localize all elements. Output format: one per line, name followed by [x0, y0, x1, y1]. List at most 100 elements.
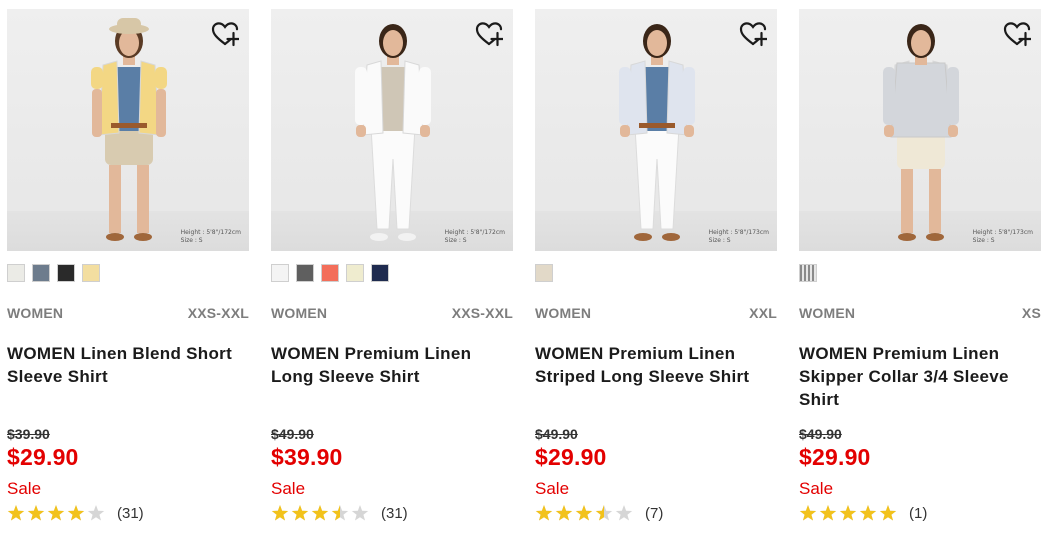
original-price: $49.90: [799, 426, 842, 442]
rating-stars: [535, 504, 633, 522]
star-icon: [7, 505, 25, 521]
review-count[interactable]: (7): [645, 505, 663, 522]
color-swatch[interactable]: [32, 264, 50, 282]
size-range: XXL: [749, 305, 777, 321]
model-pants: [370, 126, 416, 230]
model-shirt: [890, 62, 952, 138]
size-range: XXS-XXL: [451, 305, 513, 321]
heart-plus-icon[interactable]: [475, 21, 503, 47]
heart-plus-icon[interactable]: [211, 21, 239, 47]
star-icon: [839, 505, 857, 521]
star-icon: [67, 505, 85, 521]
model-arm: [92, 89, 102, 137]
product-image[interactable]: Height : 5'8"/172cm Size : S: [271, 9, 513, 251]
sale-flag: Sale: [535, 479, 570, 498]
sale-flag: Sale: [799, 479, 834, 498]
sale-price: $29.90: [7, 444, 79, 470]
star-icon: [27, 505, 45, 521]
gender-label: WOMEN: [7, 305, 64, 321]
model-silhouette: [883, 24, 959, 241]
product-rating[interactable]: (1): [799, 503, 927, 523]
color-swatch[interactable]: [271, 264, 289, 282]
color-swatch[interactable]: [371, 264, 389, 282]
color-swatch[interactable]: [321, 264, 339, 282]
model-arm: [884, 125, 894, 137]
color-swatch[interactable]: [296, 264, 314, 282]
model-silhouette: [619, 24, 695, 241]
star-icon: [819, 505, 837, 521]
model-height: Height : 5'8"/173cm: [708, 229, 769, 236]
color-swatches: [799, 264, 817, 282]
product-meta: WOMEN XXS-XXL: [7, 305, 249, 321]
model-belt: [639, 123, 675, 128]
star-icon: [87, 505, 105, 521]
heart-plus-icon[interactable]: [1003, 21, 1031, 47]
product-image[interactable]: Height : 5'8"/172cm Size : S: [7, 9, 249, 251]
product-name[interactable]: WOMEN Premium Linen Long Sleeve Shirt: [271, 342, 513, 388]
product-meta: WOMEN XXS-XXL: [271, 305, 513, 321]
color-swatch[interactable]: [82, 264, 100, 282]
star-icon: [879, 505, 897, 521]
model-sleeve: [91, 67, 103, 89]
color-swatch[interactable]: [535, 264, 553, 282]
color-swatch[interactable]: [7, 264, 25, 282]
model-size: Size : S: [708, 237, 731, 244]
model-shoe: [662, 233, 680, 241]
model-sleeve: [419, 67, 431, 125]
product-name[interactable]: WOMEN Premium Linen Striped Long Sleeve …: [535, 342, 777, 388]
heart-plus-icon[interactable]: [739, 21, 767, 47]
product-rating[interactable]: (7): [535, 503, 663, 523]
model-sleeve: [355, 67, 367, 125]
product-rating[interactable]: (31): [271, 503, 408, 523]
model-shorts: [105, 129, 153, 165]
product-rating[interactable]: (31): [7, 503, 144, 523]
model-arm: [156, 89, 166, 137]
model-belt: [111, 123, 147, 128]
color-swatch[interactable]: [57, 264, 75, 282]
review-count[interactable]: (1): [909, 505, 927, 522]
model-sleeve: [619, 67, 631, 125]
model-silhouette: [355, 24, 431, 241]
original-price: $49.90: [535, 426, 578, 442]
product-name[interactable]: WOMEN Linen Blend Short Sleeve Shirt: [7, 342, 249, 388]
color-swatches: [7, 264, 100, 282]
model-arm: [684, 125, 694, 137]
product-image[interactable]: Height : 5'8"/173cm Size : S: [799, 9, 1041, 251]
product-card[interactable]: Height : 5'8"/173cm Size : S WOMEN XS WO…: [799, 9, 1041, 544]
product-card[interactable]: Height : 5'8"/172cm Size : S WOMEN XXS-X…: [271, 9, 513, 544]
sale-price: $29.90: [535, 444, 607, 470]
model-leg: [901, 169, 913, 233]
color-swatch[interactable]: [799, 264, 817, 282]
star-icon: [799, 505, 817, 521]
model-height-note: Height : 5'8"/172cm Size : S: [181, 229, 241, 245]
model-height-note: Height : 5'8"/173cm Size : S: [973, 229, 1033, 245]
star-icon: [331, 505, 349, 521]
model-sleeve: [155, 67, 167, 89]
model-hat: [117, 18, 141, 30]
original-price: $39.90: [7, 426, 50, 442]
gender-label: WOMEN: [799, 305, 856, 321]
model-arm: [420, 125, 430, 137]
model-height: Height : 5'8"/172cm: [180, 229, 241, 236]
model-leg: [109, 165, 121, 233]
product-meta: WOMEN XS: [799, 305, 1041, 321]
review-count[interactable]: (31): [381, 505, 408, 522]
review-count[interactable]: (31): [117, 505, 144, 522]
rating-stars: [7, 504, 105, 522]
size-range: XXS-XXL: [187, 305, 249, 321]
model-silhouette: [91, 18, 167, 241]
model-shoe: [634, 233, 652, 241]
model-leg: [929, 169, 941, 233]
gender-label: WOMEN: [271, 305, 328, 321]
product-card[interactable]: Height : 5'8"/173cm Size : S WOMEN XXL W…: [535, 9, 777, 544]
model-height-note: Height : 5'8"/172cm Size : S: [445, 229, 505, 245]
star-icon: [535, 505, 553, 521]
star-icon: [615, 505, 633, 521]
color-swatch[interactable]: [346, 264, 364, 282]
product-name[interactable]: WOMEN Premium Linen Skipper Collar 3/4 S…: [799, 342, 1041, 411]
product-grid: Height : 5'8"/172cm Size : S WOMEN XXS-X…: [7, 9, 1047, 544]
model-shoe: [898, 233, 916, 241]
product-image[interactable]: Height : 5'8"/173cm Size : S: [535, 9, 777, 251]
product-card[interactable]: Height : 5'8"/172cm Size : S WOMEN XXS-X…: [7, 9, 249, 544]
product-meta: WOMEN XXL: [535, 305, 777, 321]
